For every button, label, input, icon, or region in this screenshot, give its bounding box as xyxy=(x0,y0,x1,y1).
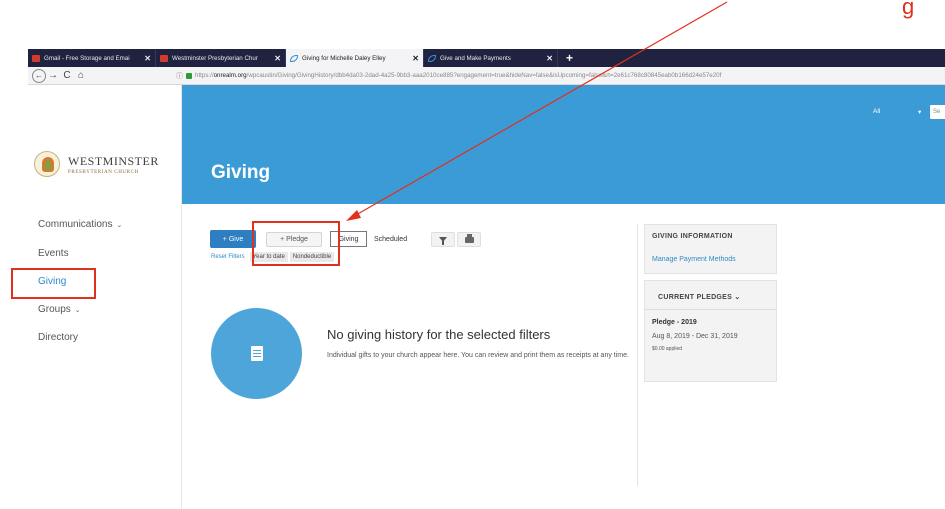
screenshot: g Gmail - Free Storage and Emai ✕ Westmi… xyxy=(0,0,945,509)
empty-state-illustration xyxy=(211,308,302,399)
logo-name: WESTMINSTER xyxy=(68,153,159,168)
manage-payment-methods-link[interactable]: Manage Payment Methods xyxy=(652,256,736,263)
sidebar-item-groups[interactable]: Groups ⌄ xyxy=(38,304,81,315)
tab-label: Gmail - Free Storage and Emai xyxy=(44,54,130,62)
close-icon[interactable]: ✕ xyxy=(274,54,281,63)
sidebar-item-events[interactable]: Events xyxy=(38,248,69,259)
page-header-banner: Giving All ▾ Se xyxy=(182,85,945,204)
close-icon[interactable]: ✕ xyxy=(412,54,419,63)
chevron-down-icon: ⌄ xyxy=(734,294,741,301)
back-button[interactable]: ← xyxy=(32,68,46,83)
url-bar[interactable]: ⓘ https:// onrealm.org /wpcaustin/Giving… xyxy=(176,69,945,83)
realm-favicon-icon xyxy=(290,54,298,62)
church-favicon-icon xyxy=(160,54,168,62)
current-pledges-label: CURRENT PLEDGES xyxy=(658,294,733,301)
browser-nav-bar: ← → C ⌂ ⓘ https:// onrealm.org /wpcausti… xyxy=(28,67,945,85)
pledge-name[interactable]: Pledge - 2019 xyxy=(652,319,697,326)
print-icon xyxy=(464,233,474,243)
sidebar-item-label: Groups xyxy=(38,304,71,315)
sidebar-item-directory[interactable]: Directory xyxy=(38,332,78,343)
reload-button[interactable]: C xyxy=(60,70,74,81)
giving-information-heading: GIVING INFORMATION xyxy=(652,233,733,240)
lock-icon xyxy=(186,72,192,79)
realm-favicon-icon xyxy=(428,54,436,62)
reset-filters-link[interactable]: Reset Filters xyxy=(211,254,245,260)
empty-state-description: Individual gifts to your church appear h… xyxy=(327,352,629,359)
browser-tab-westminster[interactable]: Westminster Presbyterian Chur ✕ xyxy=(156,49,286,67)
tab-scheduled[interactable]: Scheduled xyxy=(374,231,407,247)
url-domain: onrealm.org xyxy=(213,72,247,79)
gmail-favicon-icon xyxy=(32,54,40,62)
highlight-box-giving xyxy=(11,268,96,299)
sidebar-item-label: Directory xyxy=(38,332,79,343)
print-button[interactable] xyxy=(457,232,481,247)
search-input[interactable]: Se xyxy=(930,105,945,119)
pledges-divider xyxy=(645,309,776,310)
giving-information-panel: GIVING INFORMATION Manage Payment Method… xyxy=(644,224,777,274)
tab-label: Giving for Michelle Daley Elley xyxy=(302,54,386,62)
tab-label: Give and Make Payments xyxy=(440,54,511,62)
search-scope-select[interactable]: All xyxy=(873,108,880,115)
sidebar-item-label: Communications xyxy=(38,219,113,230)
pledge-dates: Aug 8, 2019 - Dec 31, 2019 xyxy=(652,333,738,340)
close-icon[interactable]: ✕ xyxy=(546,54,553,63)
column-divider xyxy=(637,224,638,486)
page-title: Giving xyxy=(211,162,271,183)
tab-label: Westminster Presbyterian Chur xyxy=(172,54,258,62)
chevron-down-icon: ⌄ xyxy=(116,222,123,229)
logo-subtitle: PRESBYTERIAN CHURCH xyxy=(68,169,139,175)
url-path: /wpcaustin/Giving/GivingHistory/dbb4da03… xyxy=(246,72,722,79)
filter-button[interactable] xyxy=(431,232,455,247)
browser-tab-bar: Gmail - Free Storage and Emai ✕ Westmins… xyxy=(28,49,945,67)
current-pledges-heading[interactable]: CURRENT PLEDGES ⌄ xyxy=(658,293,741,301)
home-button[interactable]: ⌂ xyxy=(74,70,88,81)
empty-state-title: No giving history for the selected filte… xyxy=(327,327,551,342)
new-tab-button[interactable]: + xyxy=(558,49,581,67)
close-icon[interactable]: ✕ xyxy=(144,54,151,63)
annotation-text: g xyxy=(902,0,915,19)
church-seal-icon xyxy=(34,151,60,177)
highlight-box-pledge xyxy=(252,221,340,266)
browser-tab-gmail[interactable]: Gmail - Free Storage and Emai ✕ xyxy=(28,49,156,67)
browser-tab-giving[interactable]: Giving for Michelle Daley Elley ✕ xyxy=(286,49,424,67)
chevron-down-icon[interactable]: ▾ xyxy=(918,108,921,116)
info-icon[interactable]: ⓘ xyxy=(176,71,183,81)
church-logo[interactable]: WESTMINSTER PRESBYTERIAN CHURCH xyxy=(34,151,159,177)
pledge-applied-amount: $0.00 applied xyxy=(652,346,683,352)
filter-icon xyxy=(439,237,447,245)
chevron-down-icon: ⌄ xyxy=(74,307,81,314)
sidebar-item-communications[interactable]: Communications ⌄ xyxy=(38,219,122,230)
current-pledges-panel: CURRENT PLEDGES ⌄ Pledge - 2019 Aug 8, 2… xyxy=(644,280,777,382)
forward-button[interactable]: → xyxy=(46,70,60,81)
browser-tab-give-payments[interactable]: Give and Make Payments ✕ xyxy=(424,49,558,67)
sidebar-item-label: Events xyxy=(38,248,69,259)
give-button[interactable]: + Give xyxy=(210,230,256,248)
url-prefix: https:// xyxy=(195,72,214,79)
receipt-icon xyxy=(250,346,263,361)
